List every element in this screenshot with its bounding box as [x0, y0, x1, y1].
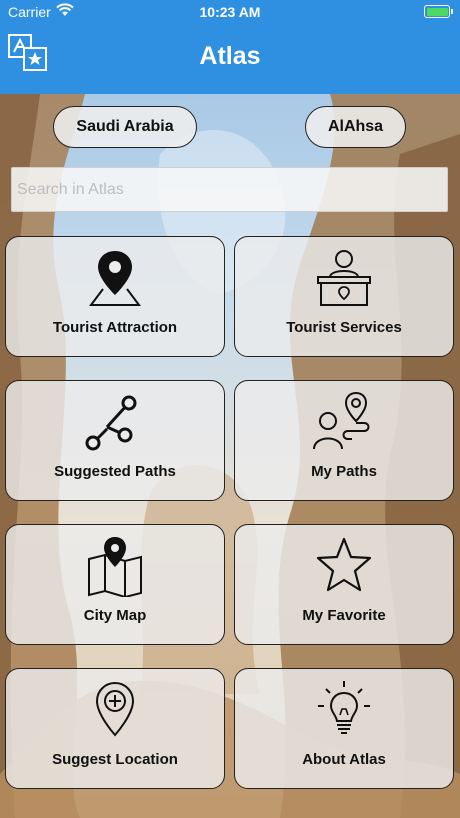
suggest-location-button[interactable]: Suggest Location [5, 668, 225, 789]
tile-label: My Paths [311, 463, 377, 480]
add-location-icon [95, 681, 135, 737]
star-icon [316, 537, 372, 592]
search-input[interactable] [11, 167, 448, 212]
tile-label: Suggested Paths [54, 463, 176, 480]
my-favorite-button[interactable]: My Favorite [234, 524, 454, 645]
lightbulb-icon [318, 681, 370, 734]
tile-label: My Favorite [302, 607, 386, 624]
tile-label: Tourist Attraction [52, 319, 178, 336]
navigation-bar: Carrier 10:23 AM Atlas [0, 0, 460, 94]
tile-label: About Atlas [302, 751, 386, 768]
tile-label: Tourist Services [286, 319, 402, 336]
city-selector-button[interactable]: AlAhsa [305, 106, 406, 148]
suggested-paths-button[interactable]: Suggested Paths [5, 380, 225, 501]
tourist-services-button[interactable]: Tourist Services [234, 236, 454, 357]
tile-label: City Map [83, 607, 147, 624]
share-nodes-icon [85, 395, 137, 451]
folded-map-icon [88, 537, 142, 597]
map-pin-icon [89, 251, 141, 306]
status-bar: Carrier 10:23 AM [0, 0, 460, 24]
reception-desk-icon [317, 250, 371, 306]
city-map-button[interactable]: City Map [5, 524, 225, 645]
page-title: Atlas [199, 42, 261, 70]
clock: 10:23 AM [199, 4, 261, 20]
country-selector-button[interactable]: Saudi Arabia [53, 106, 197, 148]
tile-label: Suggest Location [52, 751, 178, 768]
my-paths-button[interactable]: My Paths [234, 380, 454, 501]
tourist-attraction-button[interactable]: Tourist Attraction [5, 236, 225, 357]
person-path-icon [313, 391, 370, 450]
battery-icon [424, 5, 453, 18]
about-atlas-button[interactable]: About Atlas [234, 668, 454, 789]
